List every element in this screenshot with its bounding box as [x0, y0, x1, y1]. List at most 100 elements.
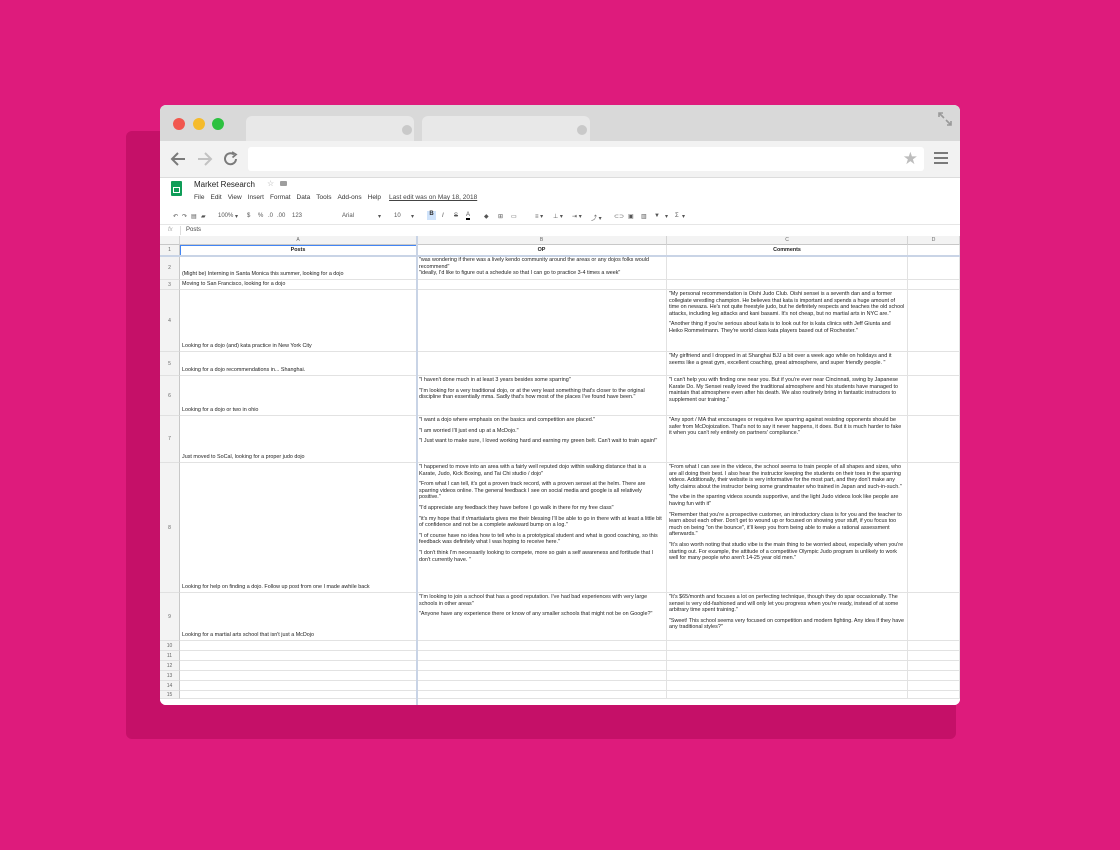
- print-icon[interactable]: ▤: [191, 213, 197, 220]
- menu-format[interactable]: Format: [270, 194, 291, 201]
- menu-tools[interactable]: Tools: [316, 194, 331, 201]
- column-header-d[interactable]: D: [908, 236, 960, 245]
- menu-file[interactable]: File: [194, 194, 204, 201]
- redo-icon[interactable]: ↷: [182, 213, 187, 220]
- table-cell[interactable]: "I can't help you with finding one near …: [667, 376, 908, 416]
- row-header[interactable]: 9: [160, 593, 180, 641]
- table-cell[interactable]: Looking for a dojo or two in ohio: [180, 376, 417, 416]
- table-cell[interactable]: [180, 681, 417, 691]
- table-cell[interactable]: [180, 641, 417, 651]
- borders-icon[interactable]: ⊞: [498, 213, 503, 220]
- table-cell[interactable]: "I'm looking to join a school that has a…: [417, 593, 667, 641]
- star-document-icon[interactable]: ☆: [267, 179, 274, 188]
- table-cell[interactable]: [667, 651, 908, 661]
- row-header[interactable]: 13: [160, 671, 180, 681]
- table-cell[interactable]: [908, 661, 960, 671]
- table-cell[interactable]: [908, 416, 960, 463]
- forward-arrow-icon[interactable]: [197, 152, 213, 166]
- folder-icon[interactable]: [280, 181, 287, 186]
- table-cell[interactable]: [417, 651, 667, 661]
- table-cell[interactable]: [180, 671, 417, 681]
- table-cell[interactable]: [908, 671, 960, 681]
- row-header[interactable]: 3: [160, 280, 180, 290]
- insert-link-icon[interactable]: ⊂⊃: [614, 213, 624, 220]
- table-cell[interactable]: [417, 290, 667, 352]
- horizontal-align-icon[interactable]: ≡ ▾: [535, 213, 543, 220]
- filter-icon[interactable]: ▼: [654, 213, 660, 219]
- row-header[interactable]: 6: [160, 376, 180, 416]
- table-cell[interactable]: Looking for help on finding a dojo. Foll…: [180, 463, 417, 593]
- row-header[interactable]: 7: [160, 416, 180, 463]
- table-cell[interactable]: "From what I can see in the videos, the …: [667, 463, 908, 593]
- increase-decimal-button[interactable]: .00: [277, 213, 285, 219]
- table-cell[interactable]: [417, 641, 667, 651]
- text-wrap-icon[interactable]: ⇥ ▾: [572, 213, 582, 220]
- row-header[interactable]: 12: [160, 661, 180, 671]
- text-color-button[interactable]: A: [466, 212, 471, 220]
- address-bar[interactable]: ★: [248, 147, 924, 171]
- more-formats-button[interactable]: 123: [292, 213, 302, 219]
- table-cell[interactable]: [417, 352, 667, 376]
- browser-menu-icon[interactable]: [934, 152, 948, 167]
- row-header[interactable]: 5: [160, 352, 180, 376]
- bookmark-star-icon[interactable]: ★: [903, 149, 918, 169]
- table-cell[interactable]: Looking for a martial arts school that i…: [180, 593, 417, 641]
- table-cell[interactable]: [908, 352, 960, 376]
- table-cell[interactable]: [417, 661, 667, 671]
- table-cell[interactable]: [417, 681, 667, 691]
- table-cell[interactable]: [908, 641, 960, 651]
- table-cell[interactable]: "I haven't done much in at least 3 years…: [417, 376, 667, 416]
- table-cell[interactable]: "I happened to move into an area with a …: [417, 463, 667, 593]
- table-cell[interactable]: [908, 593, 960, 641]
- column-header-b[interactable]: B: [417, 236, 667, 245]
- format-currency-button[interactable]: $: [247, 213, 250, 219]
- last-edit-link[interactable]: Last edit was on May 18, 2018: [389, 194, 477, 201]
- document-title[interactable]: Market Research: [194, 180, 255, 189]
- table-cell[interactable]: [908, 651, 960, 661]
- table-cell[interactable]: [908, 376, 960, 416]
- insert-chart-icon[interactable]: ▥: [641, 213, 647, 220]
- table-cell[interactable]: "My personal recommendation is Oishi Jud…: [667, 290, 908, 352]
- table-cell[interactable]: [180, 661, 417, 671]
- functions-button[interactable]: Σ: [675, 213, 679, 219]
- format-percent-button[interactable]: %: [258, 213, 263, 219]
- sheets-logo-icon[interactable]: [171, 181, 182, 196]
- table-cell[interactable]: Moving to San Francisco, looking for a d…: [180, 280, 417, 290]
- menu-insert[interactable]: Insert: [248, 194, 264, 201]
- back-arrow-icon[interactable]: [170, 152, 186, 166]
- table-cell[interactable]: [667, 280, 908, 290]
- table-cell[interactable]: [667, 681, 908, 691]
- text-rotation-icon[interactable]: ⤴ ▾: [591, 213, 602, 222]
- browser-tab-2[interactable]: [422, 116, 590, 141]
- maximize-window-button[interactable]: [212, 118, 224, 130]
- fill-color-icon[interactable]: ◆: [484, 213, 489, 220]
- font-size-select[interactable]: 10: [394, 213, 401, 219]
- browser-tab-1[interactable]: [246, 116, 414, 141]
- table-cell[interactable]: "Any sport / MA that encourages or requi…: [667, 416, 908, 463]
- column-header-a[interactable]: A: [180, 236, 417, 245]
- row-header[interactable]: 4: [160, 290, 180, 352]
- table-cell[interactable]: [908, 290, 960, 352]
- menu-data[interactable]: Data: [297, 194, 311, 201]
- menu-addons[interactable]: Add-ons: [337, 194, 361, 201]
- minimize-window-button[interactable]: [193, 118, 205, 130]
- tab-close-icon[interactable]: [402, 125, 412, 135]
- table-cell[interactable]: "was wondering if there was a lively ken…: [417, 256, 667, 280]
- table-cell[interactable]: "It's $65/month and focuses a lot on per…: [667, 593, 908, 641]
- bold-button[interactable]: B: [427, 211, 436, 220]
- formula-input[interactable]: Posts: [186, 227, 201, 233]
- table-cell[interactable]: "My girlfriend and I dropped in at Shang…: [667, 352, 908, 376]
- table-cell[interactable]: "I want a dojo where emphasis on the bas…: [417, 416, 667, 463]
- table-cell[interactable]: [667, 641, 908, 651]
- decrease-decimal-button[interactable]: .0: [268, 213, 273, 219]
- table-cell[interactable]: [908, 256, 960, 280]
- paint-format-icon[interactable]: ▰: [201, 213, 206, 220]
- zoom-select[interactable]: 100%: [218, 213, 233, 219]
- table-cell[interactable]: [908, 691, 960, 699]
- merge-cells-icon[interactable]: ▭: [511, 213, 517, 220]
- frozen-row-divider[interactable]: [160, 255, 960, 257]
- table-cell[interactable]: [667, 691, 908, 699]
- table-cell[interactable]: [667, 661, 908, 671]
- frozen-column-divider[interactable]: [416, 236, 418, 705]
- table-cell[interactable]: (Might be) Interning in Santa Monica thi…: [180, 256, 417, 280]
